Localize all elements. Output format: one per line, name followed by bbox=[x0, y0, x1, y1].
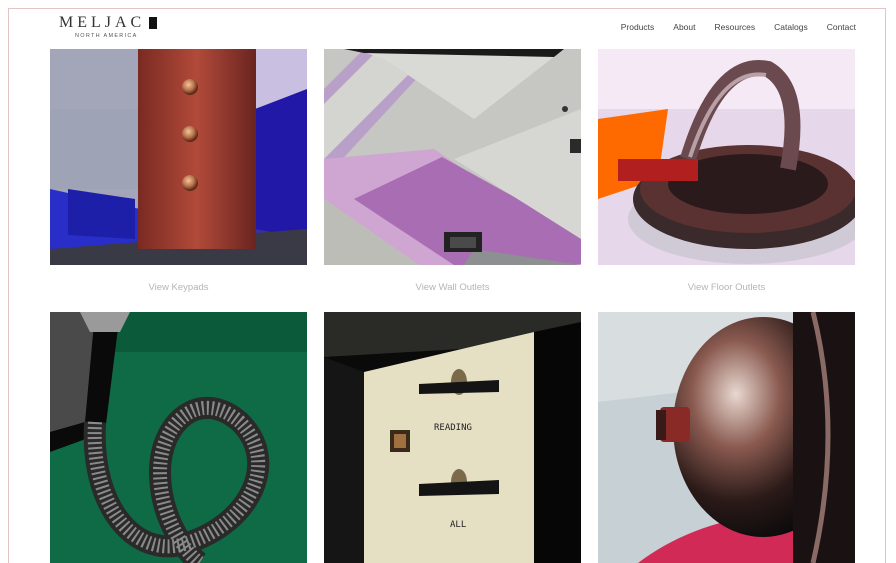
site-header: MELJAC NORTH AMERICA Products About Reso… bbox=[0, 0, 896, 48]
view-wall-outlets-link[interactable]: View Wall Outlets bbox=[324, 282, 581, 293]
main-nav: Products About Resources Catalogs Contac… bbox=[621, 22, 856, 32]
view-floor-outlets-link[interactable]: View Floor Outlets bbox=[598, 282, 855, 293]
brand-mark-icon bbox=[149, 17, 157, 29]
page-frame-left bbox=[8, 8, 9, 563]
brand-subtitle: NORTH AMERICA bbox=[75, 33, 138, 39]
brand-logo[interactable]: MELJAC NORTH AMERICA bbox=[59, 14, 169, 44]
page-frame-right bbox=[885, 8, 886, 563]
nav-products[interactable]: Products bbox=[621, 22, 655, 32]
nav-about[interactable]: About bbox=[673, 22, 695, 32]
nav-resources[interactable]: Resources bbox=[715, 22, 756, 32]
nav-catalogs[interactable]: Catalogs bbox=[774, 22, 808, 32]
hose-image[interactable] bbox=[50, 312, 307, 563]
reading-engraving: READING bbox=[434, 423, 472, 433]
toggle-switches-image[interactable]: READING ALL bbox=[324, 312, 581, 563]
chrome-knob-image[interactable] bbox=[598, 312, 855, 563]
all-engraving: ALL bbox=[450, 520, 467, 530]
wall-outlets-image[interactable] bbox=[324, 49, 581, 265]
brand-name: MELJAC bbox=[59, 14, 146, 31]
nav-contact[interactable]: Contact bbox=[827, 22, 856, 32]
floor-outlets-image[interactable] bbox=[598, 49, 855, 265]
keypads-image[interactable] bbox=[50, 49, 307, 265]
view-keypads-link[interactable]: View Keypads bbox=[50, 282, 307, 293]
